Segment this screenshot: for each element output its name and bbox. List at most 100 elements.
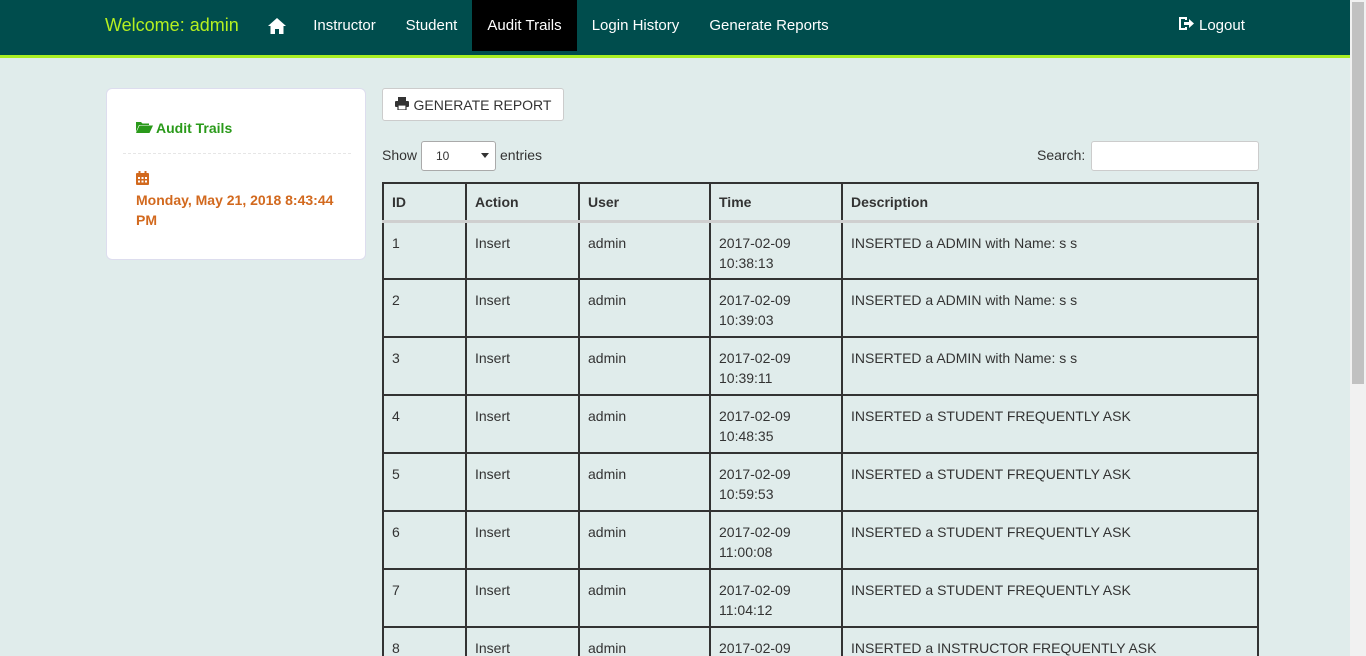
table-row: 8 Insert admin 2017-02-09 INSERTED a INSTRUC…	[382, 626, 1259, 656]
top-navbar: Welcome: admin Instructor Student Audit …	[0, 0, 1350, 58]
print-icon	[394, 96, 409, 113]
nav-generate-reports[interactable]: Generate Reports	[697, 0, 841, 51]
cell-clock-time: 11:00:08	[719, 544, 773, 560]
column-header-id[interactable]: ID	[382, 182, 467, 223]
cell-action: Insert	[465, 626, 580, 656]
cell-description: INSERTED a STUDENT FREQUENTLY ASK	[841, 452, 1259, 512]
cell-clock-time: 10:38:13	[719, 254, 774, 271]
nav-login-history[interactable]: Login History	[580, 0, 691, 51]
generate-report-label: GENERATE REPORT	[413, 96, 552, 113]
cell-id: 8	[382, 626, 467, 656]
cell-action: Insert	[465, 394, 580, 454]
cell-id: 1	[382, 220, 467, 280]
table-row: 5 Insert admin 2017-02-09 10:59:53 INSERTED a…	[382, 452, 1259, 512]
entries-value: 10	[436, 149, 450, 163]
cell-description: INSERTED a ADMIN with Name: s s	[841, 278, 1259, 338]
calendar-icon	[136, 171, 149, 188]
entries-label: entries	[500, 147, 543, 163]
cell-description: INSERTED a ADMIN with Name: s s	[841, 220, 1259, 280]
cell-clock-time: 11:04:12	[719, 602, 773, 618]
table-body: 1 Insert admin 2017-02-09 10:38:13 INSERTED a…	[382, 220, 1259, 656]
cell-time: 2017-02-09 10:39:03	[709, 278, 843, 338]
cell-description: INSERTED a STUDENT FREQUENTLY ASK	[841, 510, 1259, 570]
cell-date: 2017-02-09	[719, 350, 791, 366]
table-header-row: ID Action User Time Description	[382, 182, 1259, 223]
cell-description: INSERTED a INSTRUCTOR FREQUENTLY ASK	[841, 626, 1259, 656]
cell-user: admin	[578, 452, 711, 512]
cell-user: admin	[578, 510, 711, 570]
cell-time: 2017-02-09 10:59:53	[709, 452, 843, 512]
cell-time: 2017-02-09 11:00:08	[709, 510, 843, 570]
cell-action: Insert	[465, 510, 580, 570]
cell-clock-time: 10:39:11	[719, 370, 773, 386]
table-row: 7 Insert admin 2017-02-09 11:04:12 INSERTED a…	[382, 568, 1259, 628]
scrollbar-thumb[interactable]	[1352, 2, 1364, 384]
cell-time: 2017-02-09 10:39:11	[709, 336, 843, 396]
cell-clock-time: 10:39:03	[719, 312, 774, 328]
panel-divider	[123, 153, 351, 154]
cell-date: 2017-02-09	[719, 292, 791, 308]
entries-select[interactable]: 10	[421, 141, 496, 171]
cell-user: admin	[578, 278, 711, 338]
cell-user: admin	[578, 626, 711, 656]
cell-date: 2017-02-09	[719, 640, 791, 656]
chevron-down-icon	[481, 153, 489, 158]
cell-user: admin	[578, 336, 711, 396]
logout-icon	[1178, 16, 1195, 35]
cell-clock-time: 10:48:35	[719, 428, 774, 444]
sidebar-panel: Audit Trails Monday, May 21, 2018 8:43:4…	[106, 88, 366, 260]
logout-label: Logout	[1199, 17, 1245, 34]
cell-description: INSERTED a STUDENT FREQUENTLY ASK	[841, 568, 1259, 628]
logout-link[interactable]: Logout	[1178, 0, 1245, 51]
home-icon[interactable]	[263, 0, 291, 51]
nav-student[interactable]: Student	[393, 0, 470, 51]
cell-date: 2017-02-09	[719, 582, 791, 598]
cell-user: admin	[578, 220, 711, 280]
cell-id: 3	[382, 336, 467, 396]
cell-id: 7	[382, 568, 467, 628]
cell-id: 4	[382, 394, 467, 454]
current-datetime: Monday, May 21, 2018 8:43:44 PM	[136, 192, 334, 228]
cell-date: 2017-02-09	[719, 524, 791, 540]
cell-id: 5	[382, 452, 467, 512]
cell-user: admin	[578, 568, 711, 628]
cell-time: 2017-02-09 11:04:12	[709, 568, 843, 628]
cell-id: 2	[382, 278, 467, 338]
sidebar-audit-trails-link[interactable]: Audit Trails	[136, 120, 232, 136]
cell-time: 2017-02-09 10:48:35	[709, 394, 843, 454]
cell-date: 2017-02-09	[719, 234, 791, 251]
table-row: 1 Insert admin 2017-02-09 10:38:13 INSERTED a…	[382, 220, 1259, 280]
nav-audit-trails[interactable]: Audit Trails	[472, 0, 577, 51]
sidebar-link-label: Audit Trails	[156, 120, 233, 136]
nav-instructor[interactable]: Instructor	[301, 0, 388, 51]
cell-date: 2017-02-09	[719, 466, 791, 482]
table-row: 4 Insert admin 2017-02-09 10:48:35 INSERTED a…	[382, 394, 1259, 454]
cell-description: INSERTED a STUDENT FREQUENTLY ASK	[841, 394, 1259, 454]
cell-action: Insert	[465, 452, 580, 512]
cell-date: 2017-02-09	[719, 408, 791, 424]
column-header-user[interactable]: User	[578, 182, 711, 223]
table-row: 3 Insert admin 2017-02-09 10:39:11 INSERTED a…	[382, 336, 1259, 396]
cell-action: Insert	[465, 336, 580, 396]
page-scrollbar[interactable]	[1350, 0, 1366, 656]
show-label: Show	[382, 147, 418, 163]
audit-trails-table: ID Action User Time Description 1 Insert a…	[382, 182, 1259, 656]
generate-report-button[interactable]: GENERATE REPORT	[382, 88, 564, 121]
table-row: 2 Insert admin 2017-02-09 10:39:03 INSERTED a…	[382, 278, 1259, 338]
column-header-description[interactable]: Description	[841, 182, 1259, 223]
column-header-time[interactable]: Time	[709, 182, 843, 223]
cell-action: Insert	[465, 278, 580, 338]
search-label: Search:	[1037, 147, 1086, 163]
cell-id: 6	[382, 510, 467, 570]
cell-user: admin	[578, 394, 711, 454]
cell-action: Insert	[465, 220, 580, 280]
cell-description: INSERTED a ADMIN with Name: s s	[841, 336, 1259, 396]
table-row: 6 Insert admin 2017-02-09 11:00:08 INSERTED a…	[382, 510, 1259, 570]
cell-action: Insert	[465, 568, 580, 628]
brand-welcome[interactable]: Welcome: admin	[105, 15, 239, 36]
cell-clock-time: 10:59:53	[719, 486, 774, 502]
search-input[interactable]	[1091, 141, 1259, 171]
folder-open-icon	[136, 120, 153, 136]
column-header-action[interactable]: Action	[465, 182, 580, 223]
cell-time: 2017-02-09 10:38:13	[709, 220, 843, 280]
